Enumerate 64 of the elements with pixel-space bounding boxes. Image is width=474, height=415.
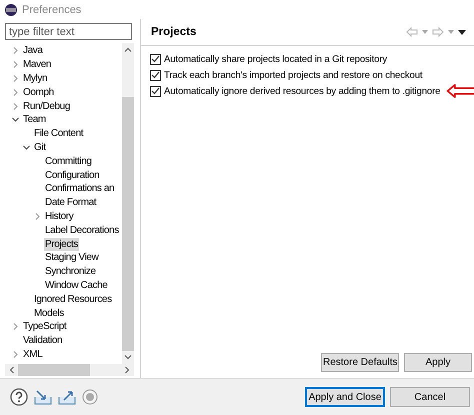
tree-item[interactable]: Projects [44, 238, 79, 251]
tree-item[interactable]: Run/Debug [22, 100, 71, 113]
tree-item[interactable]: XML [22, 348, 44, 361]
checkbox-label[interactable]: Track each branch's imported projects and restore on checkout [164, 70, 422, 80]
scroll-right-icon[interactable] [125, 366, 130, 374]
tree-item[interactable]: Maven [22, 58, 52, 72]
app-icon [5, 4, 17, 16]
expanded-icon[interactable] [12, 116, 19, 124]
window-title: Preferences [22, 4, 82, 16]
tree-item[interactable]: Validation [22, 334, 64, 348]
tree-item[interactable]: Mylyn [22, 72, 48, 85]
filter-field[interactable]: type filter text [5, 23, 132, 40]
collapsed-icon[interactable] [34, 212, 41, 220]
scroll-up-icon[interactable] [124, 47, 132, 52]
scroll-down-icon[interactable] [124, 355, 132, 360]
tree-item[interactable]: Models [33, 306, 65, 320]
tree-item[interactable]: Label Decorations [44, 224, 120, 237]
tree-item[interactable]: Java [22, 44, 44, 58]
tree-item[interactable]: Git [33, 140, 47, 154]
tree-item[interactable]: Date Format [44, 196, 98, 210]
collapsed-icon[interactable] [12, 88, 19, 96]
scroll-left-icon[interactable] [9, 366, 14, 374]
tree-item[interactable]: Staging View [44, 251, 100, 264]
collapsed-icon[interactable] [12, 47, 19, 54]
expanded-icon[interactable] [23, 144, 30, 151]
scroll-thumb[interactable] [122, 97, 134, 351]
tree-item[interactable]: Team [22, 113, 47, 126]
collapsed-icon[interactable] [12, 74, 19, 82]
cancel-button[interactable]: Cancel [390, 387, 470, 407]
apply-and-close-button[interactable]: Apply and Close [305, 387, 385, 407]
tree-item[interactable]: TypeScript [22, 320, 68, 334]
tree-item[interactable]: File Content [33, 127, 84, 140]
collapsed-icon[interactable] [12, 323, 19, 330]
help-icon[interactable] [10, 388, 28, 406]
scroll-thumb[interactable] [18, 364, 90, 376]
tree-item[interactable]: Synchronize [44, 265, 97, 278]
forward-icon[interactable] [432, 27, 444, 37]
page-title: Projects [151, 26, 196, 38]
checkbox[interactable] [150, 70, 161, 80]
checkbox[interactable] [150, 54, 161, 64]
menu-icon[interactable] [458, 30, 466, 34]
import-icon[interactable] [34, 389, 52, 405]
tree-item[interactable]: Confirmations an [44, 182, 116, 196]
tree-item[interactable]: Ignored Resources [33, 292, 113, 306]
tree-item[interactable]: Oomph [22, 86, 55, 99]
back-icon[interactable] [406, 27, 418, 37]
checkbox-label[interactable]: Automatically share projects located in a Git repository [164, 54, 388, 64]
tree-item[interactable]: Window Cache [44, 278, 108, 292]
export-icon[interactable] [58, 389, 76, 405]
checkbox-label[interactable]: Automatically ignore derived resources by adding them to .gitignore [164, 86, 440, 96]
collapsed-icon[interactable] [12, 102, 19, 110]
tree-item[interactable]: History [44, 210, 74, 223]
apply-button[interactable]: Apply [404, 353, 472, 372]
dropdown-icon[interactable] [422, 30, 428, 34]
checkbox[interactable] [150, 86, 161, 96]
record-icon[interactable] [82, 389, 98, 405]
collapsed-icon[interactable] [12, 61, 19, 68]
dropdown-icon[interactable] [448, 30, 454, 34]
vertical-scrollbar[interactable] [122, 43, 134, 364]
restore-defaults-button[interactable]: Restore Defaults [321, 353, 399, 372]
collapsed-icon[interactable] [12, 350, 19, 358]
horizontal-scrollbar[interactable] [5, 364, 134, 376]
tree-item[interactable]: Committing [44, 154, 93, 168]
tree-item[interactable]: Configuration [44, 168, 100, 182]
